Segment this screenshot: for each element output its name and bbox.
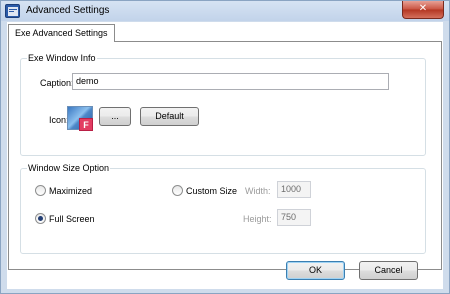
default-icon-button[interactable]: Default	[140, 107, 199, 126]
caption-label: Caption:	[40, 78, 74, 88]
window-size-option-label: Window Size Option	[27, 163, 111, 174]
height-input[interactable]: 750	[277, 209, 311, 226]
full-screen-label[interactable]: Full Screen	[49, 213, 95, 225]
browse-icon-button[interactable]: ...	[99, 107, 131, 126]
width-input[interactable]: 1000	[277, 181, 311, 198]
cancel-button[interactable]: Cancel	[359, 261, 418, 280]
advanced-settings-dialog: Advanced Settings ✕ Exe Advanced Setting…	[0, 0, 450, 294]
exe-window-info-label: Exe Window Info	[27, 53, 97, 64]
height-label: Height:	[243, 214, 272, 224]
tab-exe-advanced-settings[interactable]: Exe Advanced Settings	[8, 24, 115, 42]
dialog-client-area: Exe Advanced Settings Exe Window Info Ca…	[7, 22, 443, 289]
maximized-label[interactable]: Maximized	[49, 185, 92, 197]
app-icon	[5, 4, 20, 18]
custom-size-label[interactable]: Custom Size	[186, 185, 237, 197]
close-button[interactable]: ✕	[402, 1, 444, 19]
window-size-option-group: Window Size Option	[20, 163, 426, 254]
ok-button[interactable]: OK	[286, 261, 345, 280]
width-label: Width:	[245, 186, 271, 196]
icon-label: Icon:	[49, 115, 69, 125]
caption-input[interactable]: demo	[72, 73, 389, 90]
full-screen-radio[interactable]	[35, 213, 46, 224]
window-title: Advanced Settings	[26, 5, 110, 16]
maximized-radio[interactable]	[35, 185, 46, 196]
close-icon: ✕	[418, 3, 428, 14]
icon-preview-badge: F	[79, 118, 93, 131]
title-bar[interactable]: Advanced Settings ✕	[1, 1, 449, 21]
custom-size-radio[interactable]	[172, 185, 183, 196]
